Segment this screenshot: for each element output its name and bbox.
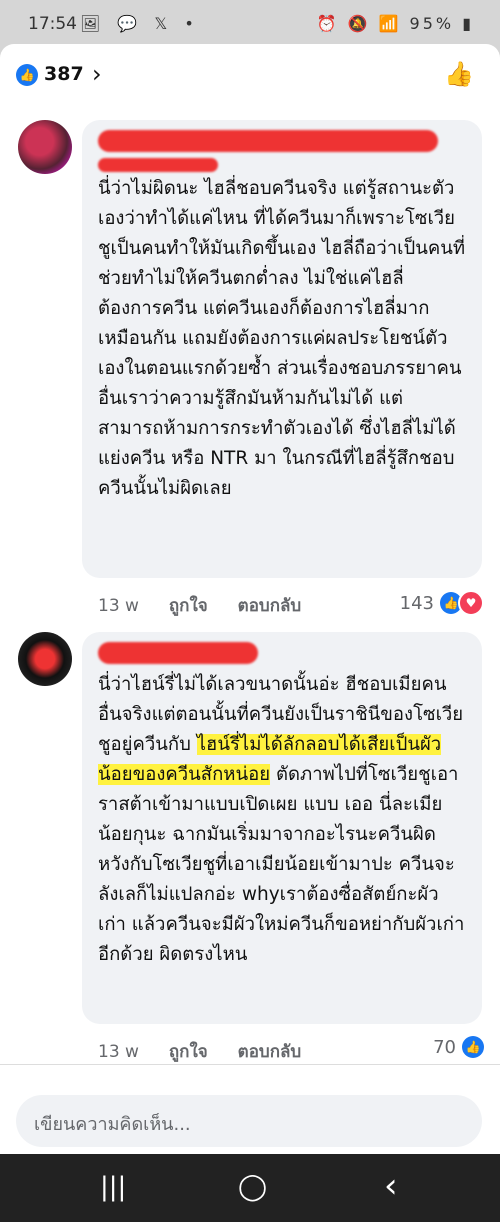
- comment-reactions[interactable]: 143 👍 ♥: [400, 590, 484, 616]
- like-button[interactable]: ถูกใจ: [169, 1042, 208, 1062]
- comment-actions: 13 w ถูกใจ ตอบกลับ: [98, 592, 325, 619]
- like-icon: 👍: [462, 1036, 484, 1058]
- comment-text-part: ตัดภาพไปที่โซเวียชูเอาราสต้าเข้ามาแบบเปิ…: [98, 764, 465, 965]
- status-time: 17:54: [28, 14, 77, 34]
- system-icons: ⏰ 🔕 📶 95% ▮: [316, 14, 474, 33]
- like-outline-icon[interactable]: 👍: [444, 60, 474, 88]
- avatar[interactable]: [18, 120, 72, 174]
- reaction-total: 70: [433, 1036, 456, 1058]
- comment-bubble: นี่ว่าไม่ผิดนะ ไฮลี่ชอบควีนจริง แต่รู้สถ…: [82, 120, 482, 578]
- like-button[interactable]: ถูกใจ: [169, 596, 208, 616]
- back-button[interactable]: ‹: [384, 1166, 398, 1206]
- avatar[interactable]: [18, 632, 72, 686]
- notification-icons: 🖼 💬 𝕏 •: [80, 14, 200, 33]
- reaction-header[interactable]: 👍 387 › 👍: [0, 44, 500, 108]
- commenter-name-redacted[interactable]: [98, 642, 258, 664]
- comment-bubble: นี่ว่าไฮน์รี่ไม่ได้เลวขนาดนั้นอ่ะ ฮีชอบเ…: [82, 632, 482, 1024]
- comments-sheet: 👍 387 › 👍 นี่ว่าไม่ผิดนะ ไฮลี่ชอบควีนจริ…: [0, 44, 500, 1164]
- comment-text: นี่ว่าไม่ผิดนะ ไฮลี่ชอบควีนจริง แต่รู้สถ…: [98, 178, 466, 499]
- love-icon: ♥: [458, 590, 484, 616]
- comment-text: นี่ว่าไฮน์รี่ไม่ได้เลวขนาดนั้นอ่ะ ฮีชอบเ…: [98, 670, 466, 970]
- system-nav-bar: ||| ◯ ‹: [0, 1154, 500, 1222]
- chevron-right-icon[interactable]: ›: [92, 60, 102, 88]
- reaction-total: 143: [399, 592, 434, 614]
- recent-apps-button[interactable]: |||: [100, 1172, 126, 1202]
- comment-reactions[interactable]: 70 👍: [433, 1036, 484, 1058]
- commenter-name-redacted[interactable]: [98, 130, 438, 152]
- commenter-name-redacted: [98, 158, 218, 172]
- comment-actions: 13 w ถูกใจ ตอบกลับ: [98, 1038, 325, 1065]
- comment-time: 13 w: [98, 596, 139, 616]
- reaction-count[interactable]: 387: [44, 63, 84, 85]
- reply-button[interactable]: ตอบกลับ: [238, 596, 302, 616]
- status-bar: 17:54 🖼 💬 𝕏 • ⏰ 🔕 📶 95% ▮: [0, 0, 500, 46]
- comment-time: 13 w: [98, 1042, 139, 1062]
- reply-button[interactable]: ตอบกลับ: [238, 1042, 302, 1062]
- comment-composer: เขียนความคิดเห็น...: [0, 1064, 500, 1165]
- comment-input[interactable]: เขียนความคิดเห็น...: [16, 1095, 482, 1147]
- home-button[interactable]: ◯: [238, 1172, 267, 1202]
- like-reaction-icon: 👍: [16, 64, 38, 86]
